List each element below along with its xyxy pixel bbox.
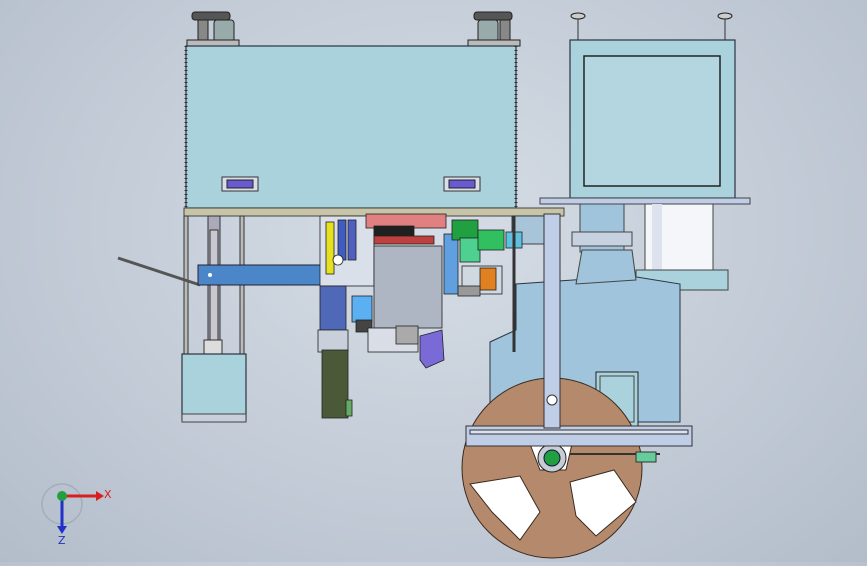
x-axis-label: X <box>104 488 112 501</box>
z-axis-label: Z <box>58 534 66 547</box>
enclosure-handle-right <box>443 176 481 192</box>
roll-cylinder <box>631 203 729 291</box>
left-legs <box>183 215 245 357</box>
foot-right <box>467 11 521 47</box>
blue-arm <box>117 256 339 287</box>
lower-column <box>317 285 353 419</box>
lower-left-box <box>181 353 247 421</box>
foot-small-right <box>717 12 733 40</box>
foot-left <box>186 11 240 47</box>
axis-triad: X Z <box>41 483 112 547</box>
main-enclosure <box>183 45 565 217</box>
cad-viewport[interactable]: X Z <box>0 0 867 562</box>
foot-small-left <box>570 12 586 40</box>
enclosure-handle-left <box>221 176 259 192</box>
